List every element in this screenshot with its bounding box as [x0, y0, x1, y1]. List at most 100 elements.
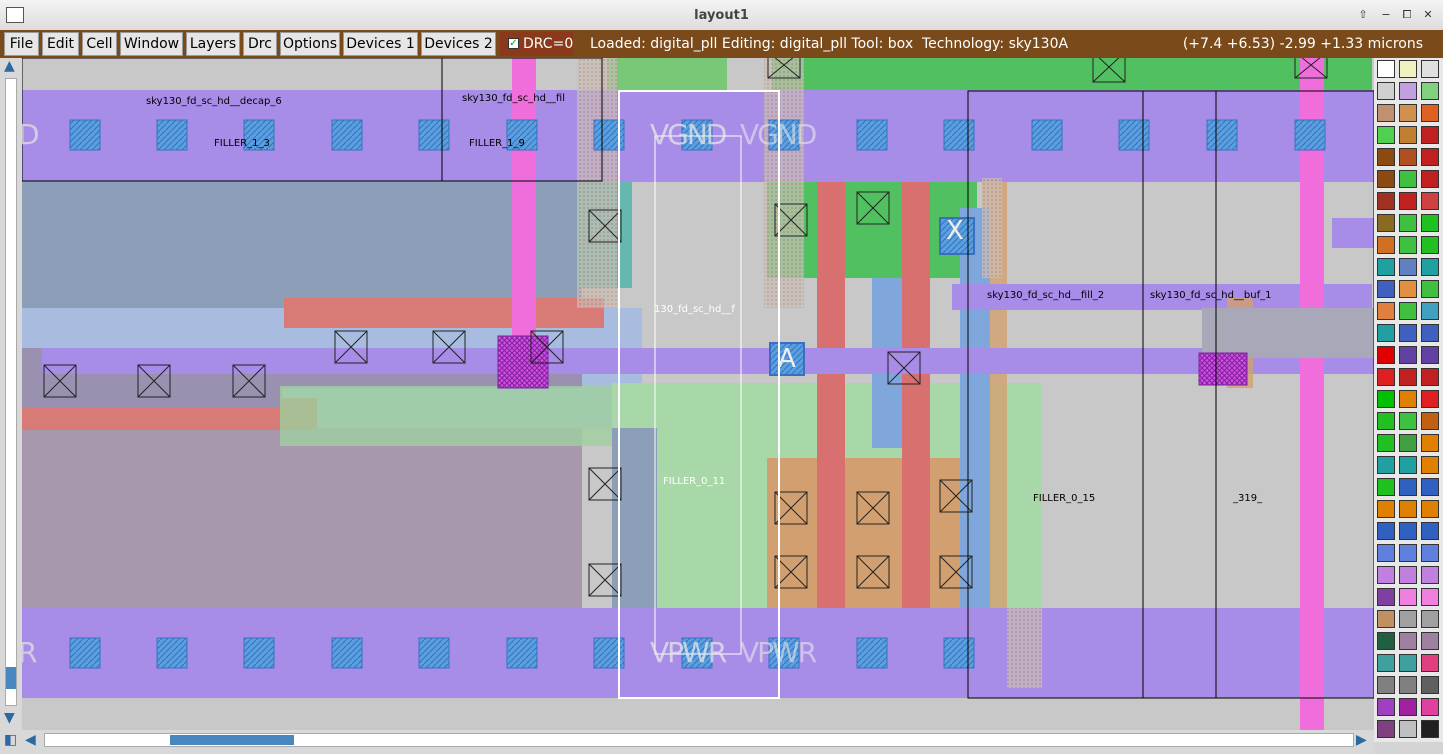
layer-swatch[interactable]: [1399, 390, 1417, 408]
horizontal-scrollbar[interactable]: ◧ ◀ ▶: [0, 730, 1374, 754]
layer-swatch[interactable]: [1399, 500, 1417, 518]
layout-canvas[interactable]: sky130_fd_sc_hd__decap_6 FILLER_1_3 sky1…: [22, 58, 1374, 730]
layer-swatch[interactable]: [1421, 720, 1439, 738]
layer-swatch[interactable]: [1377, 654, 1395, 672]
layer-swatch[interactable]: [1377, 412, 1395, 430]
layer-swatch[interactable]: [1421, 236, 1439, 254]
layer-swatch[interactable]: [1377, 500, 1395, 518]
menu-cell[interactable]: Cell: [82, 32, 117, 56]
layer-swatch[interactable]: [1377, 214, 1395, 232]
layer-swatch[interactable]: [1421, 302, 1439, 320]
layer-swatch[interactable]: [1377, 368, 1395, 386]
layer-swatch[interactable]: [1399, 566, 1417, 584]
layer-swatch[interactable]: [1421, 60, 1439, 78]
layer-swatch[interactable]: [1399, 126, 1417, 144]
layer-swatch[interactable]: [1421, 610, 1439, 628]
layer-swatch[interactable]: [1399, 258, 1417, 276]
layer-swatch[interactable]: [1377, 610, 1395, 628]
drc-toggle[interactable]: ✓ DRC=0: [500, 32, 573, 56]
layer-swatch[interactable]: [1377, 632, 1395, 650]
layer-swatch[interactable]: [1399, 236, 1417, 254]
horizontal-scroll-track[interactable]: [44, 733, 1354, 747]
menu-window[interactable]: Window: [120, 32, 183, 56]
layer-swatch[interactable]: [1377, 676, 1395, 694]
layer-swatch[interactable]: [1377, 60, 1395, 78]
layer-swatch[interactable]: [1399, 346, 1417, 364]
layer-swatch[interactable]: [1399, 610, 1417, 628]
layer-swatch[interactable]: [1421, 368, 1439, 386]
vertical-scrollbar[interactable]: ▲ ▼: [0, 58, 22, 730]
layer-swatch[interactable]: [1377, 280, 1395, 298]
layer-swatch[interactable]: [1421, 500, 1439, 518]
layer-swatch[interactable]: [1377, 720, 1395, 738]
menu-devices-2[interactable]: Devices 2: [421, 32, 496, 56]
layer-swatch[interactable]: [1421, 324, 1439, 342]
scroll-up-icon[interactable]: ▲: [4, 58, 15, 74]
layer-swatch[interactable]: [1399, 478, 1417, 496]
layer-swatch[interactable]: [1399, 522, 1417, 540]
menu-layers[interactable]: Layers: [186, 32, 240, 56]
layer-swatch[interactable]: [1399, 456, 1417, 474]
layer-swatch[interactable]: [1377, 104, 1395, 122]
layer-swatch[interactable]: [1377, 82, 1395, 100]
drc-checkbox[interactable]: ✓: [508, 38, 519, 49]
menu-edit[interactable]: Edit: [42, 32, 79, 56]
layer-swatch[interactable]: [1421, 632, 1439, 650]
layer-swatch[interactable]: [1399, 280, 1417, 298]
layer-swatch[interactable]: [1377, 148, 1395, 166]
layer-swatch[interactable]: [1421, 434, 1439, 452]
layer-swatch[interactable]: [1421, 456, 1439, 474]
layer-swatch[interactable]: [1399, 720, 1417, 738]
layer-swatch[interactable]: [1421, 148, 1439, 166]
layer-swatch[interactable]: [1399, 632, 1417, 650]
layer-swatch[interactable]: [1421, 258, 1439, 276]
layer-swatch[interactable]: [1399, 302, 1417, 320]
layer-swatch[interactable]: [1421, 280, 1439, 298]
layer-swatch[interactable]: [1399, 412, 1417, 430]
layer-swatch[interactable]: [1377, 258, 1395, 276]
maximize-button[interactable]: ⧠: [1398, 6, 1416, 24]
layer-swatch[interactable]: [1421, 654, 1439, 672]
menu-options[interactable]: Options: [280, 32, 340, 56]
layer-palette[interactable]: [1374, 58, 1443, 742]
layer-swatch[interactable]: [1421, 126, 1439, 144]
layer-swatch[interactable]: [1377, 588, 1395, 606]
layer-swatch[interactable]: [1399, 698, 1417, 716]
layer-swatch[interactable]: [1377, 544, 1395, 562]
layer-swatch[interactable]: [1377, 566, 1395, 584]
layer-swatch[interactable]: [1399, 148, 1417, 166]
layer-swatch[interactable]: [1377, 126, 1395, 144]
layer-swatch[interactable]: [1377, 390, 1395, 408]
layer-swatch[interactable]: [1421, 566, 1439, 584]
layer-swatch[interactable]: [1377, 522, 1395, 540]
menu-drc[interactable]: Drc: [243, 32, 277, 56]
vertical-scroll-thumb[interactable]: [6, 667, 16, 689]
layer-swatch[interactable]: [1399, 192, 1417, 210]
layer-swatch[interactable]: [1421, 346, 1439, 364]
layer-swatch[interactable]: [1377, 698, 1395, 716]
layer-swatch[interactable]: [1421, 588, 1439, 606]
layer-swatch[interactable]: [1421, 104, 1439, 122]
scroll-down-icon[interactable]: ▼: [4, 710, 15, 726]
layer-swatch[interactable]: [1421, 522, 1439, 540]
layer-swatch[interactable]: [1377, 434, 1395, 452]
layer-swatch[interactable]: [1399, 104, 1417, 122]
layer-swatch[interactable]: [1377, 192, 1395, 210]
layer-swatch[interactable]: [1377, 346, 1395, 364]
layer-swatch[interactable]: [1399, 170, 1417, 188]
layer-swatch[interactable]: [1399, 82, 1417, 100]
layer-swatch[interactable]: [1421, 82, 1439, 100]
layer-swatch[interactable]: [1421, 390, 1439, 408]
scroll-left-icon[interactable]: ◀: [25, 732, 36, 748]
layer-swatch[interactable]: [1399, 324, 1417, 342]
layer-swatch[interactable]: [1399, 368, 1417, 386]
layer-swatch[interactable]: [1421, 544, 1439, 562]
layer-swatch[interactable]: [1377, 478, 1395, 496]
menu-file[interactable]: File: [4, 32, 39, 56]
layer-swatch[interactable]: [1421, 170, 1439, 188]
layer-swatch[interactable]: [1399, 676, 1417, 694]
layer-swatch[interactable]: [1399, 588, 1417, 606]
layer-swatch[interactable]: [1377, 236, 1395, 254]
layer-swatch[interactable]: [1377, 170, 1395, 188]
layer-swatch[interactable]: [1399, 214, 1417, 232]
